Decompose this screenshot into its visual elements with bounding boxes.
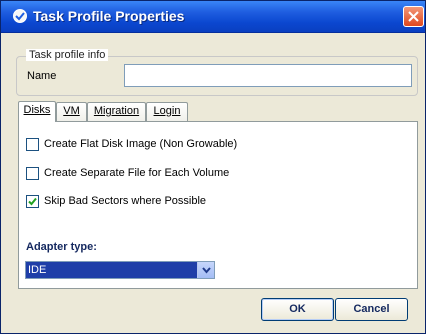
flat-disk-option[interactable]: Create Flat Disk Image (Non Growable) — [26, 137, 237, 151]
title-bar[interactable]: Task Profile Properties — [1, 1, 425, 33]
tab-migration-label: Migration — [93, 105, 140, 117]
app-icon — [13, 9, 27, 23]
profile-info-legend: Task profile info — [26, 49, 109, 61]
flat-disk-label: Create Flat Disk Image (Non Growable) — [44, 138, 238, 150]
window-title: Task Profile Properties — [33, 8, 185, 24]
separate-file-checkbox[interactable] — [26, 166, 39, 180]
tab-login[interactable]: Login — [146, 102, 188, 121]
skip-bad-sectors-checkbox[interactable] — [26, 194, 39, 208]
check-icon — [28, 197, 37, 205]
chevron-down-icon — [201, 266, 211, 274]
name-label: Name — [27, 70, 57, 82]
separate-file-label: Create Separate File for Each Volume — [44, 167, 230, 179]
ok-button[interactable]: OK — [261, 298, 334, 321]
skip-bad-sectors-label: Skip Bad Sectors where Possible — [44, 195, 207, 207]
skip-bad-sectors-option[interactable]: Skip Bad Sectors where Possible — [26, 194, 206, 208]
adapter-type-value: IDE — [26, 262, 197, 278]
dropdown-button[interactable] — [197, 262, 214, 278]
tab-migration[interactable]: Migration — [87, 102, 146, 121]
tab-login-label: Login — [153, 105, 181, 117]
adapter-type-label: Adapter type: — [26, 241, 97, 253]
close-button[interactable] — [403, 6, 424, 27]
separate-file-option[interactable]: Create Separate File for Each Volume — [26, 166, 229, 180]
tab-disks-label: Disks — [23, 104, 51, 116]
tab-disks[interactable]: Disks — [18, 101, 56, 122]
name-input[interactable] — [124, 64, 412, 87]
tab-vm-label: VM — [63, 105, 80, 117]
tab-vm[interactable]: VM — [56, 102, 87, 121]
flat-disk-checkbox[interactable] — [26, 137, 39, 151]
close-icon — [408, 11, 419, 22]
cancel-button[interactable]: Cancel — [335, 298, 408, 321]
adapter-type-select[interactable]: IDE — [25, 261, 215, 279]
